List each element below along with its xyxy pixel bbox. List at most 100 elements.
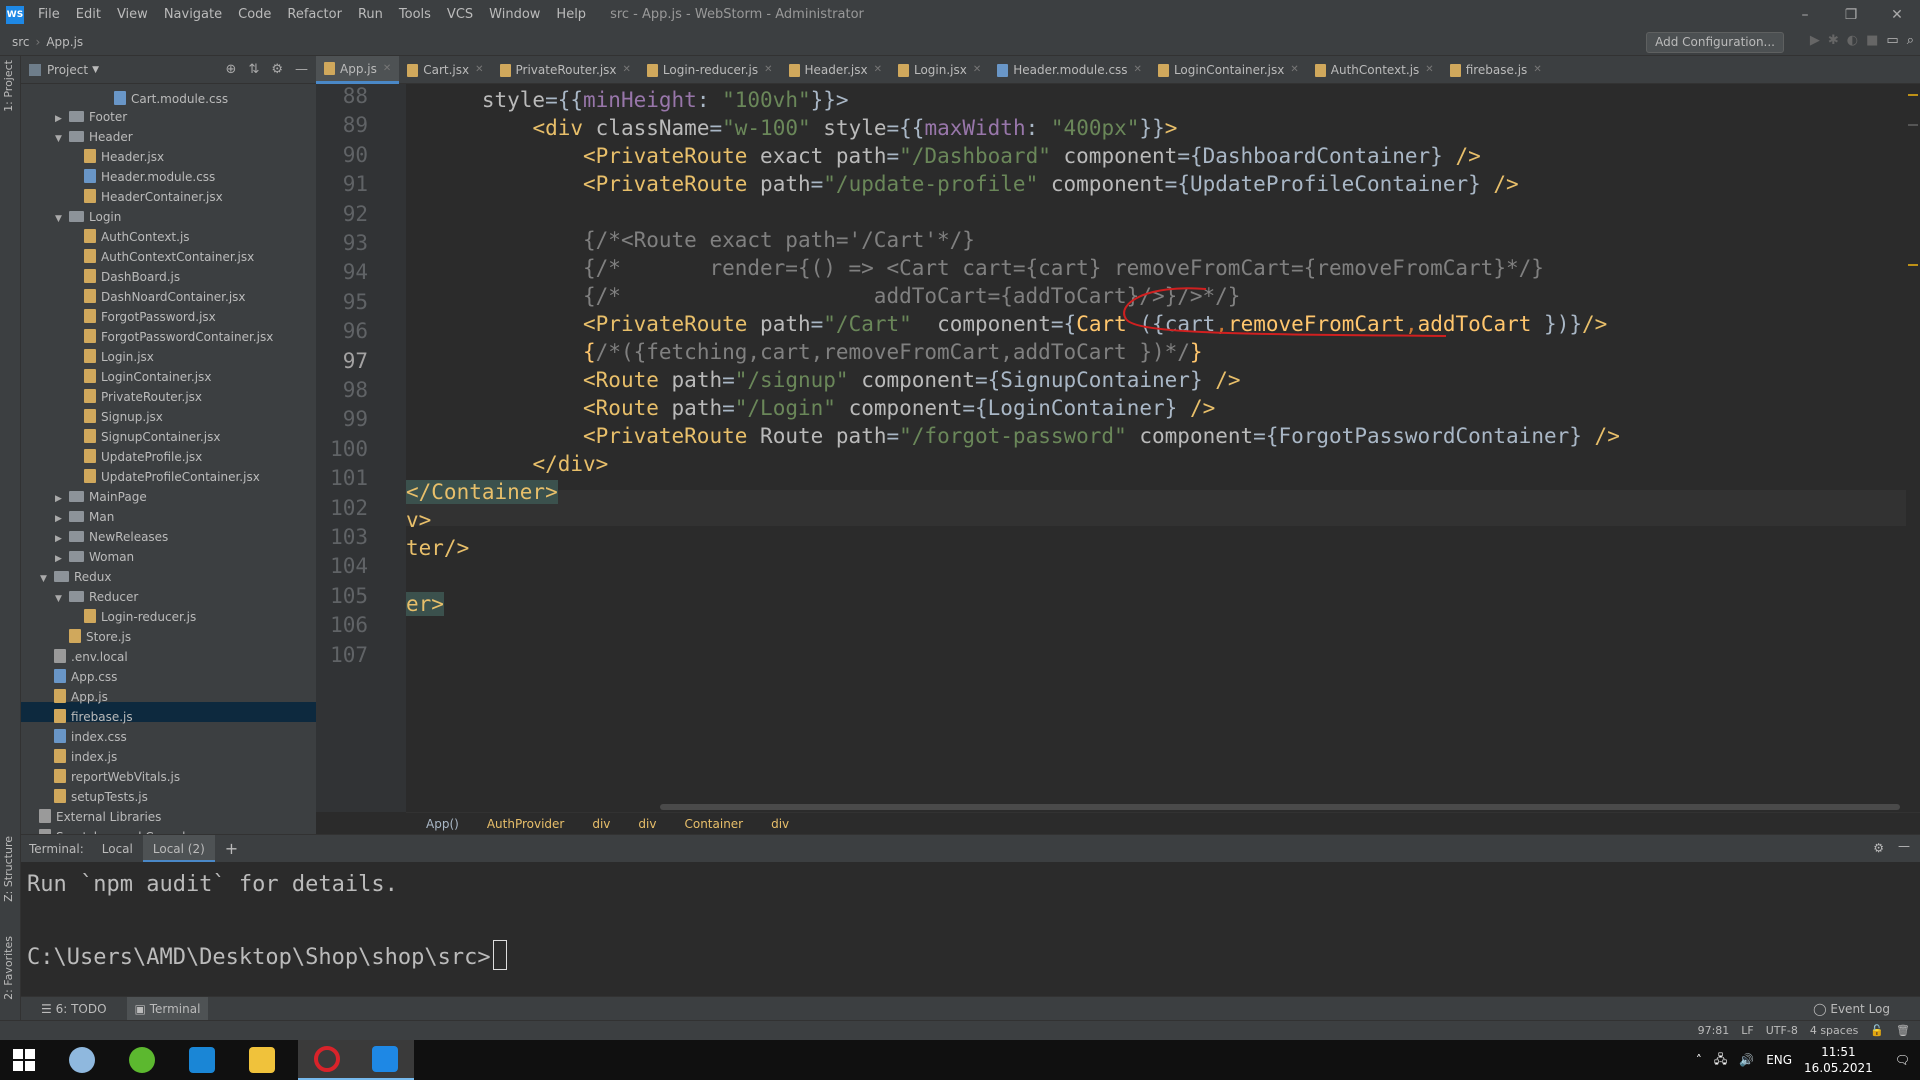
close-button[interactable]: ✕ xyxy=(1874,0,1920,29)
taskbar-app-webstorm[interactable] xyxy=(356,1040,414,1080)
menu-item-code[interactable]: Code xyxy=(238,7,271,22)
tree-item[interactable]: PrivateRouter.jsx xyxy=(70,387,202,407)
favorites-tool-tab[interactable]: 2: Favorites xyxy=(2,936,15,1000)
minimize-button[interactable]: – xyxy=(1782,0,1828,29)
breadcrumb-item[interactable]: div xyxy=(638,817,656,831)
terminal-tab-local-2[interactable]: Local (2) xyxy=(142,834,215,863)
tree-item[interactable]: index.js xyxy=(40,747,117,767)
close-tab-icon[interactable]: ✕ xyxy=(383,55,391,83)
expand-down-icon[interactable]: ▼ xyxy=(55,589,69,609)
editor-tab[interactable]: LoginContainer.jsx ✕ xyxy=(1150,56,1307,84)
clock[interactable]: 11:51 16.05.2021 xyxy=(1804,1044,1873,1076)
chevron-up-icon[interactable]: ˄ xyxy=(1696,1053,1702,1067)
language-indicator[interactable]: ENG xyxy=(1766,1053,1792,1067)
tree-item[interactable]: ▶ NewReleases xyxy=(55,527,168,547)
layout-icon[interactable]: ▭ xyxy=(1886,33,1898,48)
menu-item-navigate[interactable]: Navigate xyxy=(164,7,222,22)
tree-item[interactable]: ▼ Redux xyxy=(40,567,112,587)
editor-tab[interactable]: Login-reducer.js ✕ xyxy=(639,56,781,84)
tree-item[interactable]: External Libraries xyxy=(25,807,161,827)
breadcrumb-item[interactable]: App() xyxy=(426,817,459,831)
tree-item[interactable]: UpdateProfileContainer.jsx xyxy=(70,467,260,487)
editor-tab[interactable]: AuthContext.js ✕ xyxy=(1307,56,1442,84)
network-icon[interactable]: 🖧 xyxy=(1714,1050,1727,1071)
project-tool-tab[interactable]: 1: Project xyxy=(2,60,15,112)
tree-item[interactable]: Login-reducer.js xyxy=(70,607,196,627)
gear-icon[interactable]: ⚙ xyxy=(271,62,283,77)
search-icon[interactable]: ⌕ xyxy=(1907,33,1914,48)
tree-item[interactable]: Scratches and Consoles xyxy=(25,827,199,834)
tree-item[interactable]: App.js xyxy=(40,687,108,707)
expand-down-icon[interactable]: ▼ xyxy=(55,209,69,229)
menu-item-window[interactable]: Window xyxy=(489,7,540,22)
breadcrumb-item[interactable]: AuthProvider xyxy=(487,817,565,831)
tree-item[interactable]: setupTests.js xyxy=(40,787,148,807)
menu-item-vcs[interactable]: VCS xyxy=(447,7,473,22)
close-tab-icon[interactable]: ✕ xyxy=(973,56,981,84)
tree-item[interactable]: DashBoard.js xyxy=(70,267,180,287)
tree-item[interactable]: ▼ Login xyxy=(55,207,121,227)
breadcrumb-item[interactable]: div xyxy=(771,817,789,831)
stop-icon[interactable]: ■ xyxy=(1866,33,1878,48)
close-tab-icon[interactable]: ✕ xyxy=(1533,56,1541,84)
menu-item-refactor[interactable]: Refactor xyxy=(287,7,342,22)
tree-item[interactable]: Signup.jsx xyxy=(70,407,163,427)
editor-tab[interactable]: Header.jsx ✕ xyxy=(781,56,890,84)
close-tab-icon[interactable]: ✕ xyxy=(764,56,772,84)
nav-crumb-src[interactable]: src xyxy=(12,35,30,49)
start-button[interactable] xyxy=(0,1040,48,1080)
tree-item[interactable]: ▶ MainPage xyxy=(55,487,147,507)
tree-item[interactable]: ▶ Man xyxy=(55,507,114,527)
menu-item-file[interactable]: File xyxy=(38,7,60,22)
close-tab-icon[interactable]: ✕ xyxy=(1425,56,1433,84)
file-encoding[interactable]: UTF-8 xyxy=(1766,1024,1798,1037)
tree-item[interactable]: Header.module.css xyxy=(70,167,215,187)
add-configuration-button[interactable]: Add Configuration... xyxy=(1646,32,1784,53)
tree-item[interactable]: HeaderContainer.jsx xyxy=(70,187,223,207)
gear-icon[interactable]: ⚙ xyxy=(1873,841,1884,855)
taskbar-app-paint[interactable] xyxy=(58,1040,106,1080)
collapse-all-icon[interactable]: ⇅ xyxy=(248,62,259,77)
tree-item[interactable]: AuthContext.js xyxy=(70,227,190,247)
todo-tool-button[interactable]: ☰ 6: TODO xyxy=(33,1002,115,1016)
breadcrumb-item[interactable]: Container xyxy=(684,817,743,831)
nav-crumb-file[interactable]: App.js xyxy=(46,35,83,49)
maximize-button[interactable]: ❐ xyxy=(1828,0,1874,29)
taskbar-app-utorrent[interactable] xyxy=(118,1040,166,1080)
close-tab-icon[interactable]: ✕ xyxy=(874,56,882,84)
expand-down-icon[interactable]: ▼ xyxy=(55,129,69,149)
tree-item[interactable]: firebase.js xyxy=(40,707,133,727)
tree-item[interactable]: SignupContainer.jsx xyxy=(70,427,220,447)
editor-tab[interactable]: Cart.jsx ✕ xyxy=(399,56,491,84)
taskbar-app-opera[interactable] xyxy=(298,1040,356,1080)
project-title[interactable]: Project xyxy=(47,63,88,77)
trash-icon[interactable]: 🗑 xyxy=(1896,1024,1910,1037)
info-marker[interactable] xyxy=(1908,124,1918,126)
close-tab-icon[interactable]: ✕ xyxy=(623,56,631,84)
warning-marker[interactable] xyxy=(1908,94,1918,96)
tree-item[interactable]: reportWebVitals.js xyxy=(40,767,180,787)
editor-tab[interactable]: Login.jsx ✕ xyxy=(890,56,989,84)
editor-tab[interactable]: PrivateRouter.jsx ✕ xyxy=(492,56,639,84)
taskbar-app-explorer[interactable] xyxy=(238,1040,286,1080)
tree-item[interactable]: .env.local xyxy=(40,647,128,667)
run-icon[interactable]: ▶ xyxy=(1810,33,1820,48)
add-icon[interactable]: + xyxy=(225,839,238,858)
expand-right-icon[interactable]: ▶ xyxy=(55,489,69,509)
editor-tab[interactable]: firebase.js ✕ xyxy=(1442,56,1550,84)
expand-right-icon[interactable]: ▶ xyxy=(55,109,69,129)
menu-item-edit[interactable]: Edit xyxy=(76,7,101,22)
horizontal-scrollbar[interactable] xyxy=(660,804,1900,810)
line-separator[interactable]: LF xyxy=(1741,1024,1753,1037)
terminal-tab-local[interactable]: Local xyxy=(92,835,143,863)
expand-right-icon[interactable]: ▶ xyxy=(55,509,69,529)
close-tab-icon[interactable]: ✕ xyxy=(475,56,483,84)
tree-item[interactable]: UpdateProfile.jsx xyxy=(70,447,202,467)
menu-item-tools[interactable]: Tools xyxy=(399,7,431,22)
coverage-icon[interactable]: ◐ xyxy=(1847,33,1858,48)
volume-icon[interactable]: 🔊 xyxy=(1739,1053,1754,1067)
expand-right-icon[interactable]: ▶ xyxy=(55,529,69,549)
locate-icon[interactable]: ⊕ xyxy=(226,62,237,77)
notifications-icon[interactable]: 🗨 xyxy=(1895,1053,1910,1067)
terminal-prompt[interactable]: C:\Users\AMD\Desktop\Shop\shop\src> xyxy=(27,940,507,970)
